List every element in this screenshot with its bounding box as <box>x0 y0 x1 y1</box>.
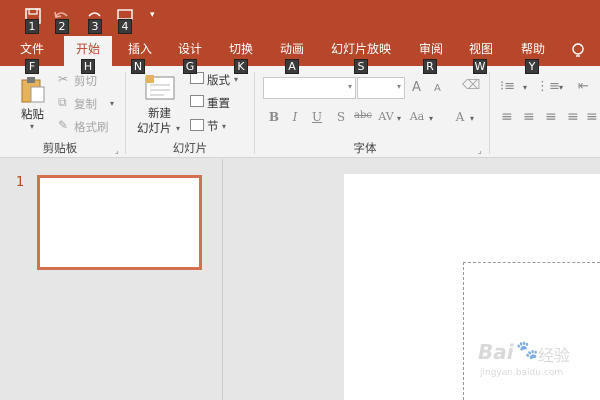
bullets-dropdown-icon[interactable]: ▾ <box>523 83 527 92</box>
grow-font-button[interactable]: A <box>412 80 421 95</box>
format-painter-label[interactable]: 格式刷 <box>74 119 109 135</box>
bold-button[interactable]: B <box>266 110 282 124</box>
clipboard-group-label: 剪贴板 <box>42 141 78 155</box>
justify-icon[interactable]: ≡ <box>567 109 579 125</box>
character-spacing-button[interactable]: AV <box>377 110 395 123</box>
reset-label[interactable]: 重置 <box>207 95 230 111</box>
shrink-font-button[interactable]: A <box>434 83 441 94</box>
layout-label[interactable]: 版式 <box>207 72 230 88</box>
keytip-review: R <box>423 59 437 74</box>
lightbulb-icon[interactable] <box>570 42 586 60</box>
watermark-url: jingyan.baidu.com <box>480 368 564 378</box>
slide-number: 1 <box>16 175 25 190</box>
new-slide-dropdown-icon[interactable]: ▾ <box>176 124 180 133</box>
numbering-dropdown-icon[interactable]: ▾ <box>559 83 563 92</box>
customize-qat-icon[interactable]: ▾ <box>150 10 155 20</box>
copy-label[interactable]: 复制 <box>74 96 97 112</box>
align-right-icon[interactable]: ≡ <box>545 109 557 125</box>
section-dropdown-icon[interactable]: ▾ <box>222 122 226 131</box>
font-name-dropdown-icon[interactable]: ▾ <box>348 82 352 91</box>
section-label[interactable]: 节 <box>207 118 219 134</box>
strikethrough-button[interactable]: abc <box>352 110 374 121</box>
font-name-combo[interactable]: ▾ <box>263 77 356 99</box>
new-slide-label[interactable]: 新建 <box>148 105 171 121</box>
new-slide-label-2[interactable]: 幻灯片 <box>137 120 172 136</box>
reset-icon <box>190 95 204 107</box>
font-color-dropdown-icon[interactable]: ▾ <box>470 114 474 123</box>
cut-icon: ✂ <box>58 72 69 86</box>
font-color-button[interactable]: A <box>452 110 468 124</box>
paste-label[interactable]: 粘贴 <box>21 106 44 122</box>
group-divider <box>489 72 490 154</box>
font-launcher-icon[interactable]: ⌟ <box>478 146 482 155</box>
slides-group-label: 幻灯片 <box>172 141 208 155</box>
keytip-insert: N <box>131 59 145 74</box>
character-spacing-dropdown-icon[interactable]: ▾ <box>397 114 401 123</box>
group-divider <box>254 72 255 154</box>
bullets-icon[interactable]: ⁝≡ <box>500 79 515 94</box>
format-painter-icon: ✎ <box>58 118 69 132</box>
clipboard-launcher-icon[interactable]: ⌟ <box>115 146 119 155</box>
decrease-indent-icon[interactable]: ⇤ <box>578 79 589 94</box>
clear-formatting-icon[interactable]: ⌫ <box>462 78 480 93</box>
paste-dropdown-icon[interactable]: ▾ <box>30 122 34 131</box>
keytip-view: W <box>473 59 487 74</box>
italic-button[interactable]: I <box>287 110 303 124</box>
keytip-qat-3: 3 <box>88 19 102 34</box>
keytip-qat-1: 1 <box>25 19 39 34</box>
slide-thumbnail[interactable] <box>37 175 202 270</box>
keytip-transitions: K <box>234 59 248 74</box>
keytip-animations: A <box>285 59 299 74</box>
underline-button[interactable]: U <box>309 110 325 124</box>
align-left-icon[interactable]: ≡ <box>501 109 513 125</box>
new-slide-icon[interactable] <box>144 73 176 101</box>
font-size-dropdown-icon[interactable]: ▾ <box>397 82 401 91</box>
keytip-file: F <box>25 59 39 74</box>
baidu-watermark: Bai 🐾 经验 jingyan.baidu.com <box>478 340 588 390</box>
keytip-help: Y <box>525 59 539 74</box>
keytip-home: H <box>81 59 95 74</box>
watermark-paw-icon: 🐾 <box>516 340 539 361</box>
layout-dropdown-icon[interactable]: ▾ <box>234 75 238 84</box>
change-case-dropdown-icon[interactable]: ▾ <box>429 114 433 123</box>
shadow-button[interactable]: S <box>333 110 349 124</box>
numbering-icon[interactable]: ⋮≡ <box>536 79 560 94</box>
font-group-label: 字体 <box>353 141 377 155</box>
paste-icon[interactable] <box>20 75 46 105</box>
align-center-icon[interactable]: ≡ <box>523 109 535 125</box>
keytip-design: G <box>183 59 197 74</box>
copy-icon: ⧉ <box>58 95 67 109</box>
keytip-slideshow: S <box>354 59 368 74</box>
keytip-qat-2: 2 <box>55 19 69 34</box>
change-case-button[interactable]: Aa <box>407 110 427 123</box>
watermark-brand-2: 经验 <box>538 346 571 365</box>
group-divider <box>125 72 126 154</box>
cut-label[interactable]: 剪切 <box>74 73 97 89</box>
distributed-icon[interactable]: ≡ <box>586 109 598 125</box>
watermark-brand: Bai <box>478 340 514 364</box>
font-size-combo[interactable]: ▾ <box>357 77 405 99</box>
section-icon <box>190 119 204 131</box>
keytip-qat-4: 4 <box>118 19 132 34</box>
copy-dropdown-icon[interactable]: ▾ <box>110 99 114 108</box>
